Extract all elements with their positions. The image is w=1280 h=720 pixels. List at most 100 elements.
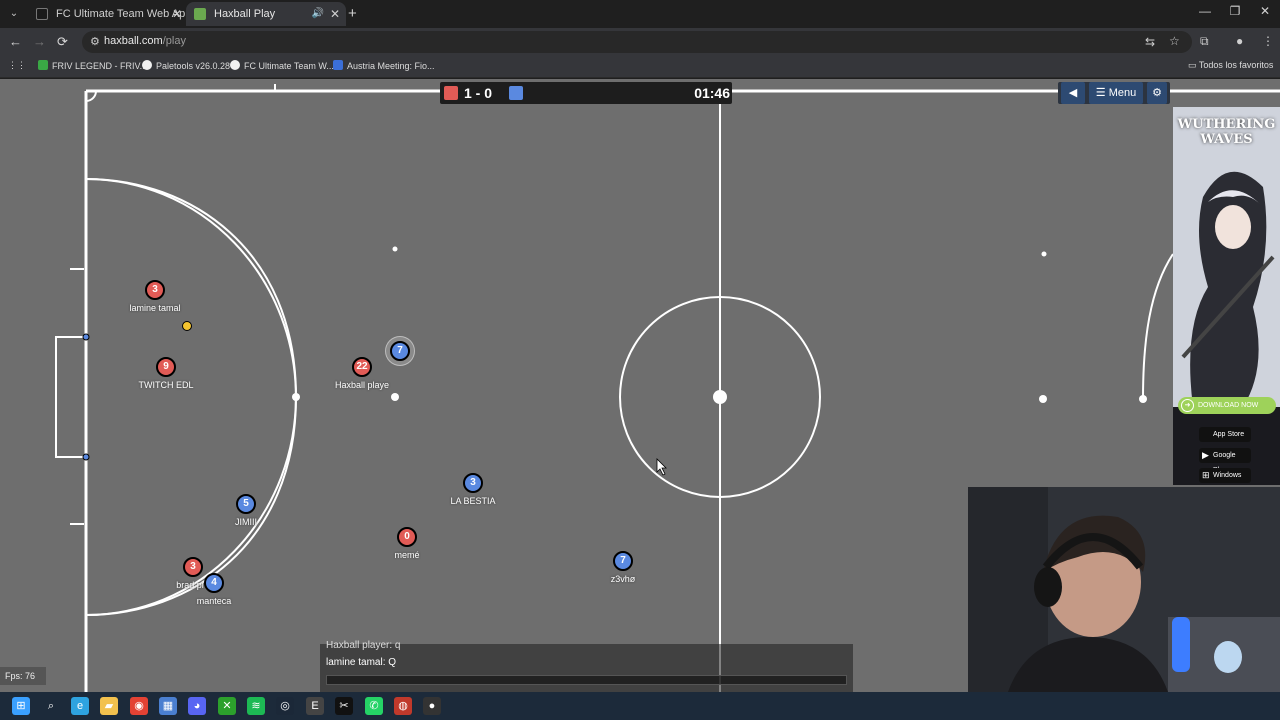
epic-icon[interactable]: E (306, 697, 324, 715)
forward-button[interactable]: → (33, 34, 46, 49)
steam-icon[interactable]: ◎ (276, 697, 294, 715)
sound-toggle-button[interactable]: ◀ (1061, 82, 1085, 104)
speaker-icon: ◀ (1068, 87, 1078, 99)
player-disc: 3 (145, 280, 165, 300)
reload-button[interactable]: ⟳ (57, 34, 68, 50)
fps-counter: Fps: 76 (0, 667, 46, 685)
tab-list-button[interactable]: ⌄ (6, 6, 22, 22)
red-team-swatch (444, 86, 458, 100)
bookmark-fc-ultimate-team[interactable]: FC Ultimate Team W... (230, 60, 334, 71)
translate-icon[interactable]: ⇆ (1145, 35, 1155, 49)
player-name: LA BESTIA (450, 496, 496, 506)
haxball-favicon-icon (194, 8, 206, 20)
new-tab-button[interactable]: + (348, 5, 357, 22)
bookmark-paletools[interactable]: Paletools v26.0.28 (142, 60, 230, 71)
center-spot (713, 390, 727, 404)
player-disc: 3 (463, 473, 483, 493)
settings-button[interactable]: ⚙ (1147, 82, 1167, 104)
paletools-icon (142, 60, 152, 70)
player-name: brad pi (176, 580, 204, 590)
google-play-icon: ▶ (1202, 450, 1209, 460)
advertisement-banner[interactable]: WUTHERING WAVES ➜ DOWNLOAD NOW App Store ▶… (1173, 107, 1280, 485)
spotify-icon[interactable]: ≋ (247, 697, 265, 715)
xbox-icon[interactable]: ✕ (218, 697, 236, 715)
player-disc: 9 (156, 357, 176, 377)
capcut-icon[interactable]: ✂ (335, 697, 353, 715)
search-icon[interactable]: ⌕ (42, 697, 60, 715)
mark-dot (1039, 395, 1047, 403)
mark-dot (392, 246, 398, 252)
back-button[interactable]: ← (9, 34, 22, 49)
tab-haxball-play[interactable]: Haxball Play 🔊 ✕ (186, 2, 346, 26)
player-name: z3vhø (610, 574, 636, 584)
hamburger-icon: ☰ (1095, 87, 1106, 99)
bookmark-friv-legend[interactable]: FRIV LEGEND - FRIV... (38, 60, 147, 71)
minimize-button[interactable]: — (1190, 4, 1220, 18)
menu-label: Menu (1108, 87, 1137, 99)
reload-icon: ⟳ (57, 34, 68, 49)
player-disc: 22 (352, 357, 372, 377)
start-icon[interactable]: ⊞ (12, 697, 30, 715)
all-bookmarks-folder[interactable]: ▭ Todos los favoritos (1188, 60, 1273, 71)
bookmark-label: Austria Meeting: Fio... (347, 61, 435, 71)
arrow-right-icon: ➜ (1181, 399, 1194, 412)
windows-taskbar: ⊞ ⌕ e ▰ ◉ ▦ ◕ ✕ ≋ ◎ E ✂ ✆ ◍ ● (0, 692, 1280, 720)
star-icon[interactable]: ☆ (1169, 34, 1180, 48)
player-disc: 0 (397, 527, 417, 547)
store-label: Windows (1213, 472, 1242, 479)
windows-badge[interactable]: ⊞ Windows (1199, 468, 1251, 483)
puzzle-icon[interactable]: ⧉ (1200, 34, 1209, 49)
google-play-badge[interactable]: ▶Google Play (1199, 448, 1251, 474)
file-explorer-icon[interactable]: ▰ (100, 697, 118, 715)
player-number: 3 (190, 561, 196, 572)
store-icon[interactable]: ▦ (159, 697, 177, 715)
match-clock: 01:46 (694, 85, 730, 101)
discord-icon[interactable]: ◕ (188, 697, 206, 715)
penalty-spot (292, 393, 300, 401)
address-bar[interactable]: ⚙ haxball.com/play ⇆ ☆ (82, 31, 1192, 53)
player-name: memé (394, 550, 420, 560)
player-name: Haxball playe (334, 380, 390, 390)
apps-grid-icon[interactable]: ⋮⋮ (8, 60, 26, 71)
url-text: haxball.com/play (104, 35, 186, 47)
close-tab-icon[interactable]: ✕ (330, 2, 340, 26)
arrow-right-icon: → (33, 34, 46, 49)
player-name: manteca (196, 596, 232, 606)
close-window-button[interactable]: ✕ (1250, 4, 1280, 18)
fc-favicon-icon (36, 8, 48, 20)
player-number: 9 (163, 361, 169, 372)
bookmark-austria-meeting[interactable]: Austria Meeting: Fio... (333, 60, 435, 71)
player-number: 3 (470, 477, 476, 488)
close-tab-icon[interactable]: ✕ (172, 2, 182, 26)
menu-button[interactable]: ☰ Menu (1089, 82, 1143, 104)
kebab-icon[interactable]: ⋮ (1262, 34, 1274, 48)
whatsapp-icon[interactable]: ✆ (365, 697, 383, 715)
friv-icon (38, 60, 48, 70)
chrome-icon[interactable]: ◉ (130, 697, 148, 715)
ad-title: WUTHERING WAVES (1173, 117, 1280, 147)
blue-team-swatch (509, 86, 523, 100)
bookmark-label: Todos los favoritos (1198, 60, 1274, 70)
tab-fc-ultimate-team[interactable]: FC Ultimate Team Web App - E ✕ (28, 2, 188, 26)
game-menu-bar: ◀ ☰ Menu ⚙ (1058, 82, 1170, 104)
chat-input[interactable] (326, 675, 847, 685)
maximize-button[interactable]: ❐ (1220, 4, 1250, 18)
chat-message: Haxball player: q (326, 640, 401, 651)
tab-title: Haxball Play (214, 8, 276, 20)
edge-icon[interactable]: e (71, 697, 89, 715)
obs-icon[interactable]: ● (423, 697, 441, 715)
download-now-button[interactable]: ➜ DOWNLOAD NOW (1178, 397, 1276, 414)
folder-icon: ▭ (1188, 60, 1197, 70)
mark-dot (391, 393, 399, 401)
chat-message: lamine tamal: Q (326, 657, 397, 668)
bookmark-label: Paletools v26.0.28 (156, 61, 231, 71)
avatar-icon[interactable]: ● (1236, 34, 1243, 48)
app-icon[interactable]: ◍ (394, 697, 412, 715)
tune-icon[interactable]: ⚙ (90, 35, 100, 48)
audio-playing-icon[interactable]: 🔊 (312, 2, 324, 26)
player-name: TWITCH EDL (138, 380, 194, 390)
app-store-badge[interactable]: App Store (1199, 427, 1251, 442)
left-post-bottom (82, 453, 90, 461)
screen: ⌄ FC Ultimate Team Web App - E ✕ Haxball… (0, 0, 1280, 720)
bookmarks-bar: ⋮⋮ FRIV LEGEND - FRIV... Paletools v26.0… (0, 56, 1280, 78)
